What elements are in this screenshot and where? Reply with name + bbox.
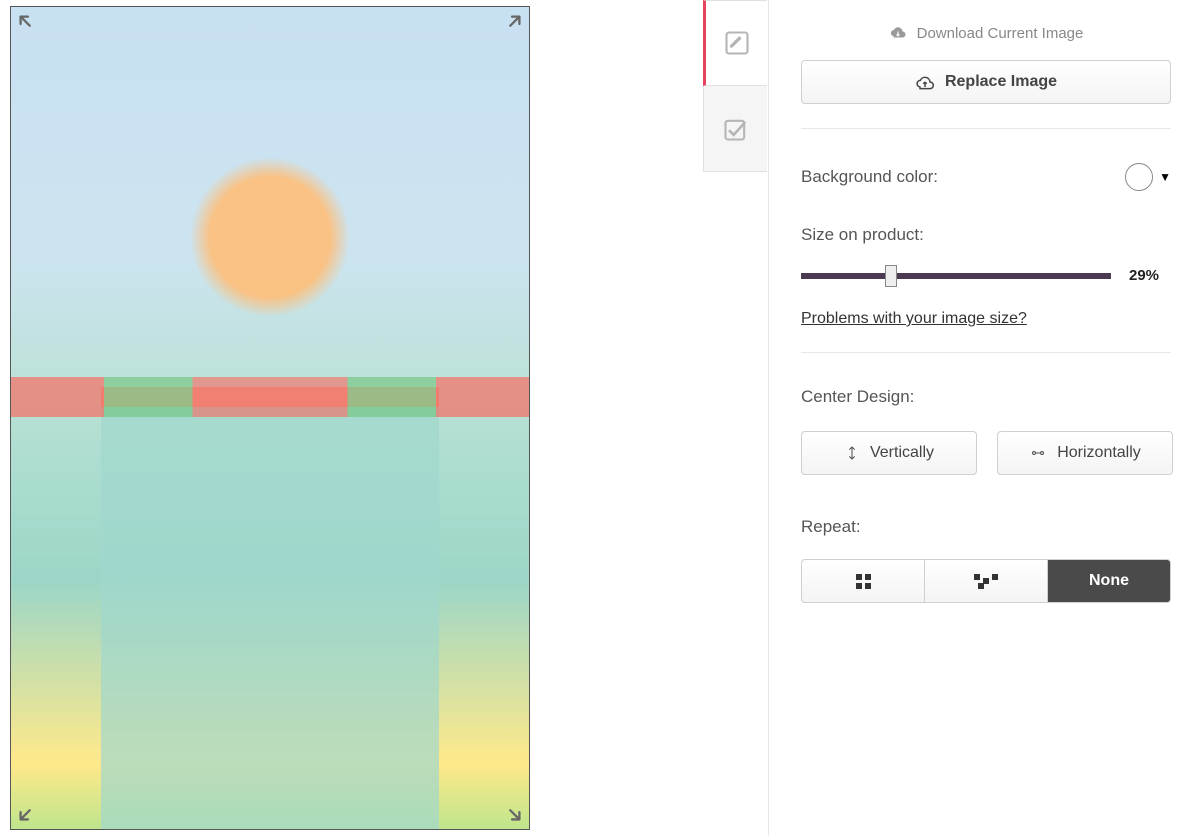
size-on-product-label: Size on product: [801,225,1178,245]
center-design-label: Center Design: [801,387,1178,407]
repeat-option-group: None [801,559,1171,603]
arrow-sw-icon [16,802,38,824]
size-slider[interactable] [801,273,1111,279]
arrow-ne-icon [502,12,524,34]
size-slider-value: 29% [1129,267,1159,284]
size-slider-thumb[interactable] [885,265,897,287]
resize-handle-top-left[interactable] [13,9,41,37]
resize-handle-bottom-left[interactable] [13,799,41,827]
background-color-picker[interactable]: ▼ [1125,163,1171,191]
checkbox-icon [722,115,750,143]
center-horizontally-label: Horizontally [1057,444,1141,462]
uploaded-image [11,7,529,829]
tab-edit[interactable] [703,0,767,86]
cloud-download-icon [889,24,907,42]
divider [801,352,1171,353]
tab-done[interactable] [703,86,767,172]
center-vertically-button[interactable]: Vertically [801,431,977,475]
center-vertically-label: Vertically [870,444,934,462]
repeat-basic-button[interactable] [801,559,925,603]
side-tabs [703,0,768,172]
center-vertical-icon [844,445,860,461]
background-color-swatch [1125,163,1153,191]
replace-image-label: Replace Image [945,73,1057,91]
arrow-se-icon [502,802,524,824]
tile-basic-icon [856,574,871,589]
arrow-nw-icon [16,12,38,34]
image-size-help-link[interactable]: Problems with your image size? [801,310,1027,328]
tile-halfdrop-icon [974,574,998,588]
repeat-none-button[interactable]: None [1048,559,1171,603]
image-preview-panel[interactable] [10,6,530,830]
repeat-none-label: None [1089,572,1129,590]
repeat-halfdrop-button[interactable] [925,559,1048,603]
resize-handle-bottom-right[interactable] [499,799,527,827]
background-color-label: Background color: [801,167,938,187]
pencil-icon [723,29,751,57]
resize-handle-top-right[interactable] [499,9,527,37]
options-panel: Download Current Image Replace Image Bac… [768,0,1178,836]
center-horizontal-icon [1029,445,1047,461]
replace-image-button[interactable]: Replace Image [801,60,1171,104]
repeat-label: Repeat: [801,517,1178,537]
download-label: Download Current Image [917,25,1084,42]
cloud-upload-icon [915,72,935,92]
divider [801,128,1171,129]
center-horizontally-button[interactable]: Horizontally [997,431,1173,475]
chevron-down-icon: ▼ [1159,170,1171,184]
download-current-image-link[interactable]: Download Current Image [801,18,1171,48]
